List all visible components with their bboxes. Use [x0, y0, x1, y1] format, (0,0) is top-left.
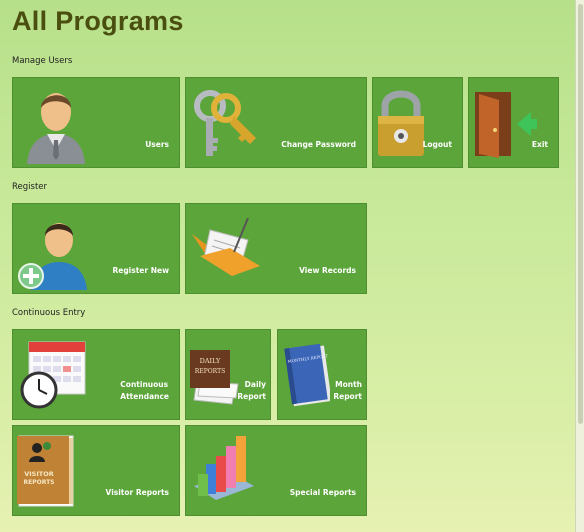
- month-report-tile[interactable]: MONTHLY REPORT Month Report: [277, 329, 367, 420]
- daily-reports-icon-text-2: REPORTS: [195, 368, 225, 375]
- exit-door-icon: [475, 92, 537, 158]
- daily-report-line2: Report: [237, 392, 266, 401]
- view-records-label: View Records: [299, 266, 356, 275]
- visitor-reports-label: Visitor Reports: [105, 488, 169, 497]
- users-tile[interactable]: Users: [12, 77, 180, 168]
- continuous-attendance-line1: Continuous: [120, 380, 169, 389]
- daily-report-label: Daily Report: [237, 379, 266, 403]
- vertical-scrollbar[interactable]: [575, 0, 584, 532]
- bar-chart-icon: [194, 436, 254, 500]
- section-continuous-entry: Continuous Entry: [12, 308, 86, 318]
- keys-icon: [194, 90, 256, 156]
- page-title: All Programs: [12, 6, 184, 36]
- visitor-reports-icon-text-2: REPORTS: [24, 479, 55, 486]
- daily-report-tile[interactable]: DAILY REPORTS Daily Report: [185, 329, 271, 420]
- section-manage-users: Manage Users: [12, 56, 73, 66]
- monthly-report-icon: MONTHLY REPORT: [284, 344, 330, 407]
- visitor-reports-icon: VISITOR REPORTS: [17, 435, 74, 507]
- exit-label: Exit: [531, 140, 548, 149]
- register-new-tile[interactable]: Register New: [12, 203, 180, 294]
- continuous-attendance-label: Continuous Attendance: [120, 379, 169, 403]
- register-user-icon: [18, 223, 87, 290]
- special-reports-tile[interactable]: Special Reports: [185, 425, 367, 516]
- month-report-line1: Month: [335, 380, 362, 389]
- special-reports-label: Special Reports: [289, 488, 356, 497]
- change-password-label: Change Password: [281, 140, 356, 149]
- month-report-line2: Report: [333, 392, 362, 401]
- daily-reports-icon-text-1: DAILY: [200, 357, 221, 365]
- month-report-label: Month Report: [333, 379, 362, 403]
- daily-report-line1: Daily: [244, 380, 266, 389]
- exit-tile[interactable]: Exit: [468, 77, 559, 168]
- user-icon: [27, 93, 85, 164]
- change-password-tile[interactable]: Change Password: [185, 77, 367, 168]
- daily-reports-icon: DAILY REPORTS: [190, 350, 239, 405]
- calendar-clock-icon: [20, 341, 86, 409]
- continuous-attendance-line2: Attendance: [120, 392, 169, 401]
- visitor-reports-icon-text-1: VISITOR: [24, 470, 54, 478]
- folder-icon: [192, 218, 260, 276]
- visitor-reports-tile[interactable]: VISITOR REPORTS Visitor Reports: [12, 425, 180, 516]
- padlock-icon: [378, 90, 424, 156]
- scrollbar-thumb[interactable]: [578, 4, 583, 424]
- continuous-attendance-tile[interactable]: Continuous Attendance: [12, 329, 180, 420]
- view-records-tile[interactable]: View Records: [185, 203, 367, 294]
- register-new-label: Register New: [112, 266, 169, 275]
- logout-label: Logout: [422, 140, 452, 149]
- users-label: Users: [145, 140, 169, 149]
- section-register: Register: [12, 182, 47, 192]
- logout-tile[interactable]: Logout: [372, 77, 463, 168]
